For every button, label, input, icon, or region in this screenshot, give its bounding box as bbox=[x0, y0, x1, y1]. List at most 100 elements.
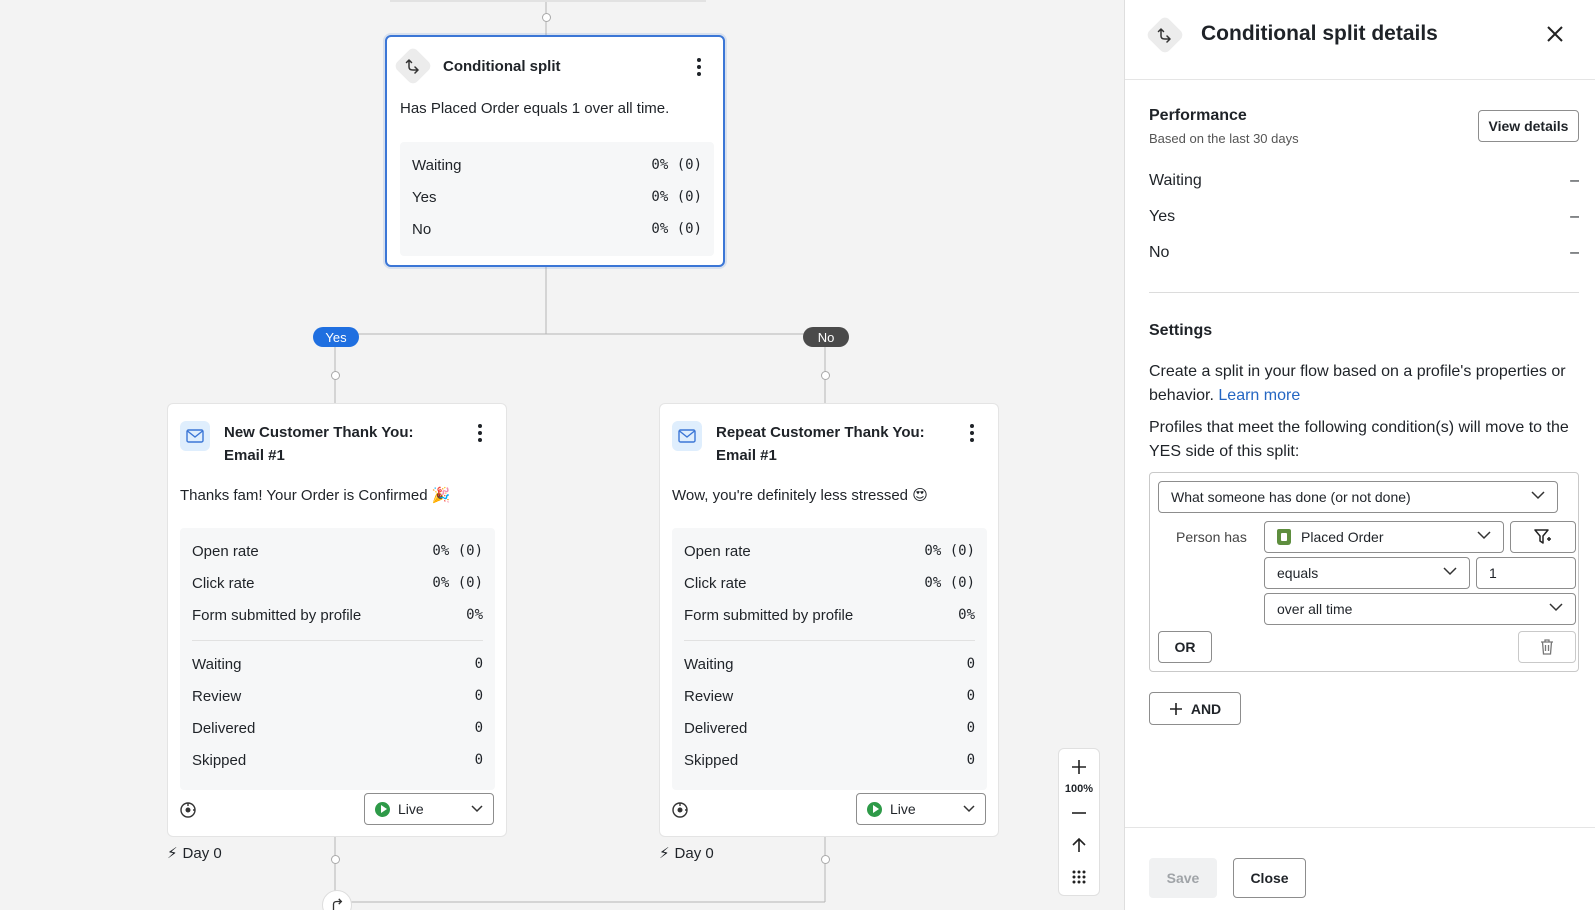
bolt-icon: ⚡︎ bbox=[167, 845, 178, 862]
condition-group: What someone has done (or not done) Pers… bbox=[1149, 472, 1579, 672]
split-icon bbox=[393, 46, 433, 86]
email-node-new-customer[interactable]: New Customer Thank You: Email #1 Thanks … bbox=[167, 403, 507, 837]
split-stats: Waiting 0% (0) Yes 0% (0) No 0% (0) bbox=[400, 142, 714, 256]
divider bbox=[684, 640, 975, 641]
perf-row-no: No – bbox=[1149, 244, 1579, 261]
settings-description: Create a split in your flow based on a p… bbox=[1149, 363, 1566, 404]
stat-row: Delivered 0 bbox=[684, 719, 975, 737]
stat-row: Form submitted by profile 0% bbox=[684, 606, 975, 624]
connector-dot bbox=[542, 13, 551, 22]
chevron-down-icon bbox=[1531, 491, 1545, 500]
details-panel: Conditional split details Performance Ba… bbox=[1124, 0, 1595, 910]
split-icon bbox=[1145, 15, 1185, 55]
email-icon bbox=[672, 421, 702, 451]
node-description: Has Placed Order equals 1 over all time. bbox=[400, 100, 670, 117]
stat-row: Review 0 bbox=[192, 687, 483, 705]
stat-row: Yes 0% (0) bbox=[412, 188, 702, 206]
chevron-down-icon bbox=[1443, 567, 1457, 576]
trash-icon bbox=[1541, 639, 1553, 655]
filter-icon bbox=[1534, 529, 1551, 544]
live-icon bbox=[867, 801, 882, 817]
connector-dot bbox=[331, 855, 340, 864]
status-select[interactable]: Live bbox=[364, 793, 494, 825]
flow-canvas[interactable]: Conditional split Has Placed Order equal… bbox=[0, 0, 1124, 910]
email-node-repeat-customer[interactable]: Repeat Customer Thank You: Email #1 Wow,… bbox=[659, 403, 999, 837]
save-button[interactable]: Save bbox=[1149, 858, 1217, 898]
operator-select[interactable]: equals bbox=[1264, 557, 1470, 589]
chevron-down-icon bbox=[963, 805, 975, 813]
zoom-out-icon[interactable] bbox=[1059, 799, 1099, 827]
smart-sending-icon[interactable] bbox=[671, 801, 689, 824]
zoom-controls: 100% bbox=[1058, 748, 1100, 896]
learn-more-link[interactable]: Learn more bbox=[1218, 387, 1300, 404]
connector-dot bbox=[331, 371, 340, 380]
add-and-condition-button[interactable]: AND bbox=[1149, 692, 1241, 725]
connector-dot bbox=[821, 371, 830, 380]
perf-row-yes: Yes – bbox=[1149, 208, 1579, 225]
stat-row: Waiting 0 bbox=[684, 655, 975, 673]
condition-intro: Profiles that meet the following conditi… bbox=[1149, 419, 1569, 460]
stat-row: Click rate 0% (0) bbox=[192, 574, 483, 592]
delay-label: ⚡︎ Day 0 bbox=[167, 844, 222, 863]
value-input[interactable]: 1 bbox=[1476, 557, 1576, 589]
stat-row: Waiting 0% (0) bbox=[412, 156, 702, 174]
close-button[interactable]: Close bbox=[1233, 858, 1306, 898]
conditional-split-node[interactable]: Conditional split Has Placed Order equal… bbox=[385, 35, 725, 267]
or-button[interactable]: OR bbox=[1158, 631, 1212, 663]
filter-button[interactable] bbox=[1510, 521, 1576, 553]
settings-title: Settings bbox=[1149, 322, 1213, 339]
bolt-icon: ⚡︎ bbox=[659, 845, 670, 862]
performance-subtitle: Based on the last 30 days bbox=[1149, 131, 1299, 146]
chevron-down-icon bbox=[1477, 531, 1491, 540]
person-has-label: Person has bbox=[1176, 529, 1247, 545]
email-stats: Open rate 0% (0) Click rate 0% (0) Form su… bbox=[180, 528, 495, 790]
stat-row: Waiting 0 bbox=[192, 655, 483, 673]
more-options-icon[interactable] bbox=[964, 422, 980, 444]
grid-icon[interactable] bbox=[1059, 863, 1099, 891]
no-branch-label: No bbox=[803, 327, 849, 347]
live-icon bbox=[375, 801, 390, 817]
email-subject: Thanks fam! Your Order is Confirmed 🎉 bbox=[180, 487, 451, 504]
email-icon bbox=[180, 421, 210, 451]
more-options-icon[interactable] bbox=[691, 56, 707, 78]
perf-row-waiting: Waiting – bbox=[1149, 172, 1579, 189]
stat-row: Delivered 0 bbox=[192, 719, 483, 737]
plus-icon bbox=[1169, 702, 1182, 715]
node-title: New Customer Thank You: Email #1 bbox=[224, 424, 414, 464]
panel-title: Conditional split details bbox=[1201, 22, 1438, 45]
zoom-in-icon[interactable] bbox=[1059, 753, 1099, 781]
stat-row: Skipped 0 bbox=[684, 751, 975, 769]
divider bbox=[192, 640, 483, 641]
stat-row: Open rate 0% (0) bbox=[192, 542, 483, 560]
email-subject: Wow, you're definitely less stressed 😍 bbox=[672, 487, 928, 504]
chevron-down-icon bbox=[471, 805, 483, 813]
shopify-icon bbox=[1277, 529, 1291, 545]
chevron-down-icon bbox=[1549, 603, 1563, 612]
performance-title: Performance bbox=[1149, 107, 1247, 124]
divider bbox=[1149, 292, 1579, 293]
metric-select[interactable]: Placed Order bbox=[1264, 521, 1504, 553]
status-select[interactable]: Live bbox=[856, 793, 986, 825]
smart-sending-icon[interactable] bbox=[179, 801, 197, 824]
node-title: Conditional split bbox=[443, 58, 561, 75]
panel-header: Conditional split details bbox=[1125, 0, 1595, 80]
connector-dot bbox=[821, 855, 830, 864]
yes-branch-label: Yes bbox=[313, 327, 359, 347]
timeframe-select[interactable]: over all time bbox=[1264, 593, 1576, 625]
email-stats: Open rate 0% (0) Click rate 0% (0) Form su… bbox=[672, 528, 987, 790]
panel-footer: Save Close bbox=[1125, 827, 1595, 910]
zoom-level: 100% bbox=[1064, 783, 1094, 795]
arrow-up-icon[interactable] bbox=[1059, 831, 1099, 859]
stat-row: Form submitted by profile 0% bbox=[192, 606, 483, 624]
view-details-button[interactable]: View details bbox=[1478, 110, 1579, 142]
node-title: Repeat Customer Thank You: Email #1 bbox=[716, 424, 925, 464]
stat-row: No 0% (0) bbox=[412, 220, 702, 238]
stat-row: Click rate 0% (0) bbox=[684, 574, 975, 592]
delay-label: ⚡︎ Day 0 bbox=[659, 844, 714, 863]
stat-row: Open rate 0% (0) bbox=[684, 542, 975, 560]
condition-type-select[interactable]: What someone has done (or not done) bbox=[1158, 481, 1558, 513]
close-icon[interactable] bbox=[1543, 22, 1567, 46]
delete-button[interactable] bbox=[1518, 631, 1576, 663]
more-options-icon[interactable] bbox=[472, 422, 488, 444]
stat-row: Skipped 0 bbox=[192, 751, 483, 769]
